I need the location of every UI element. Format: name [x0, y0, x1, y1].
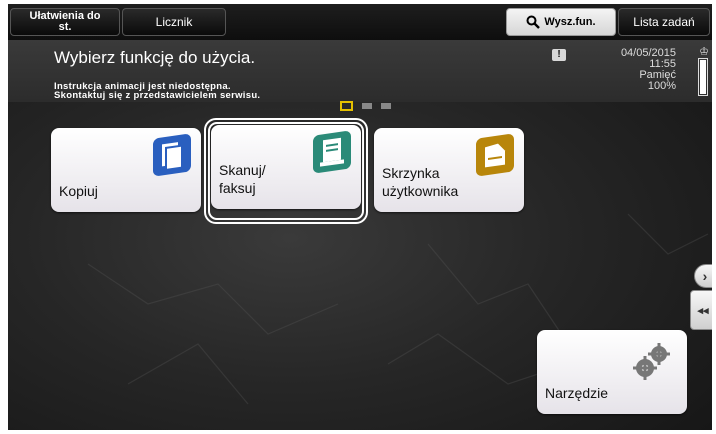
double-chevron-left-icon: ◂◂ — [697, 304, 709, 317]
search-function-button[interactable]: Wysz.fun. — [506, 8, 616, 36]
message-area: Wybierz funkcję do użycia. Instrukcja an… — [8, 40, 712, 102]
counter-label: Licznik — [155, 15, 193, 29]
memory-bar-fill — [700, 60, 706, 94]
search-function-label: Wysz.fun. — [544, 16, 596, 28]
scan-label-line2: faksuj — [219, 180, 256, 196]
job-list-label: Lista zadań — [633, 15, 695, 29]
page-indicator — [340, 101, 391, 111]
message-line-2: Skontaktuj się z przedstawicielem serwis… — [54, 90, 261, 101]
box-label-line1: Skrzynka — [382, 165, 440, 181]
job-list-button[interactable]: Lista zadań — [618, 8, 710, 36]
message-subtext: Instrukcja animacji jest niedostępna. Sk… — [54, 82, 261, 101]
page-dot-active[interactable] — [340, 101, 353, 111]
next-page-button[interactable]: › — [694, 264, 712, 288]
scan-icon — [313, 130, 351, 174]
copy-tile[interactable]: Kopiuj — [51, 128, 201, 212]
memory-bar — [698, 58, 708, 96]
counter-button[interactable]: Licznik — [122, 8, 226, 36]
page-dot[interactable] — [362, 103, 372, 109]
chevron-right-icon: › — [702, 268, 708, 284]
gear-icon — [633, 343, 670, 380]
user-box-label: Skrzynka użytkownika — [382, 164, 458, 200]
page-dot[interactable] — [381, 103, 391, 109]
accessibility-label: Ułatwienia do st. — [29, 10, 101, 33]
user-box-tile[interactable]: Skrzynka użytkownika — [374, 128, 524, 212]
accessibility-button[interactable]: Ułatwienia do st. — [10, 8, 120, 36]
memory-value: 100% — [647, 80, 676, 92]
top-bar: Ułatwienia do st. Licznik Wysz.fun. List… — [8, 4, 712, 40]
message-title: Wybierz funkcję do użycia. — [54, 48, 256, 67]
utility-tile[interactable]: Narzędzie — [537, 330, 687, 414]
collapse-panel-button[interactable]: ◂◂ — [690, 290, 712, 330]
box-label-line2: użytkownika — [382, 183, 459, 199]
admin-icon: ♔ — [699, 46, 709, 58]
scan-label-line1: Skanuj/ — [219, 162, 266, 178]
box-icon — [476, 133, 514, 177]
copy-label: Kopiuj — [59, 183, 98, 199]
warning-icon[interactable]: ! — [552, 49, 566, 61]
scan-fax-tile[interactable]: Skanuj/ faksuj — [211, 125, 361, 209]
utility-label: Narzędzie — [545, 385, 609, 401]
scan-fax-label: Skanuj/ faksuj — [219, 161, 266, 197]
status-info: 04/05/2015 11:55 Pamięć 100% — [621, 48, 676, 92]
search-icon — [526, 15, 541, 29]
control-panel-screen: Ułatwienia do st. Licznik Wysz.fun. List… — [8, 4, 712, 430]
copy-icon — [153, 133, 191, 177]
